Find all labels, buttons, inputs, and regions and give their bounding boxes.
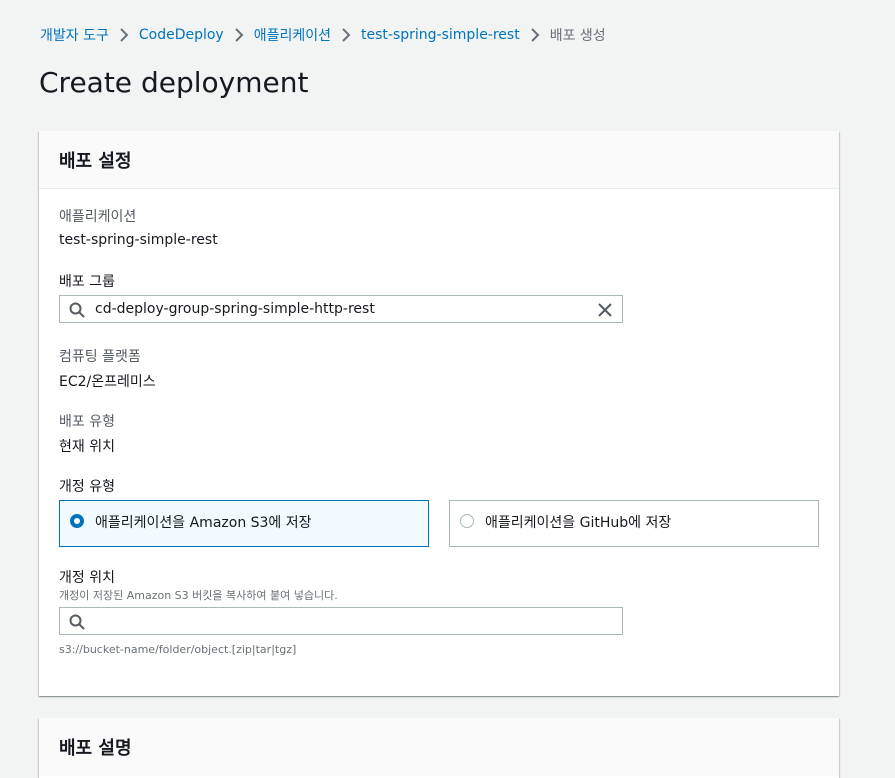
compute-platform-value: EC2/온프레미스 [59,374,156,390]
application-label: 애플리케이션 [59,209,137,225]
panel-header: 배포 설명 [39,718,839,776]
revision-location-label: 개정 위치 [59,570,115,586]
deployment-type-label: 배포 유형 [59,414,115,430]
application-value: test-spring-simple-rest [59,232,218,248]
revision-type-github-label: 애플리케이션을 GitHub에 저장 [485,515,672,531]
deployment-group-select[interactable]: cd-deploy-group-spring-simple-http-rest [59,295,623,323]
breadcrumb-application-name[interactable]: test-spring-simple-rest [361,27,520,43]
deployment-type-value: 현재 위치 [59,439,115,455]
breadcrumb-current: 배포 생성 [549,28,606,44]
revision-type-s3-tile[interactable]: 애플리케이션을 Amazon S3에 저장 [59,500,429,547]
deployment-settings-panel: 배포 설정 애플리케이션 test-spring-simple-rest 배포 … [39,131,839,696]
deployment-group-label: 배포 그룹 [59,274,115,290]
revision-type-label: 개정 유형 [59,479,115,495]
revision-location-description: 개정이 저장된 Amazon S3 버킷을 복사하여 붙여 넣습니다. [59,589,338,602]
revision-type-s3-label: 애플리케이션을 Amazon S3에 저장 [95,515,312,531]
breadcrumb: 개발자 도구 CodeDeploy 애플리케이션 test-spring-sim… [40,24,606,46]
panel-header: 배포 설정 [39,131,839,189]
search-icon [69,302,85,318]
radio-github[interactable] [460,514,474,528]
chevron-right-icon [224,27,254,43]
deployment-group-value: cd-deploy-group-spring-simple-http-rest [95,301,375,317]
revision-type-github-tile[interactable]: 애플리케이션을 GitHub에 저장 [449,500,819,547]
revision-location-input-box[interactable] [59,607,623,635]
page-title: Create deployment [39,66,309,99]
close-icon[interactable] [597,302,613,318]
breadcrumb-applications[interactable]: 애플리케이션 [254,25,331,45]
search-icon [69,614,85,630]
chevron-right-icon [109,27,139,43]
chevron-right-icon [520,27,550,43]
revision-location-constraint: s3://bucket-name/folder/object.[zip|tar|… [59,643,297,656]
compute-platform-label: 컴퓨팅 플랫폼 [59,349,141,365]
revision-location-input[interactable] [92,609,616,635]
deployment-description-panel: 배포 설명 [39,718,839,778]
chevron-right-icon [331,27,361,43]
breadcrumb-codedeploy[interactable]: CodeDeploy [139,27,224,43]
radio-s3[interactable] [70,514,84,528]
breadcrumb-developer-tools[interactable]: 개발자 도구 [40,25,109,45]
